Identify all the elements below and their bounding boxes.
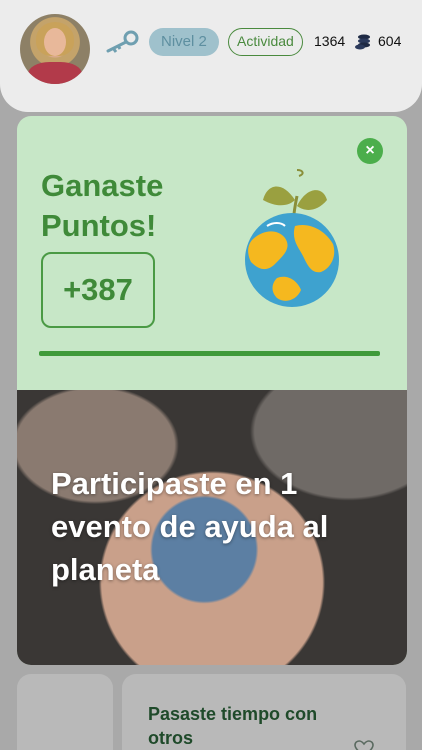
reward-title: Ganaste Puntos! [41,168,164,243]
level-badge[interactable]: Nivel 2 [149,28,219,56]
points-gained: +387 [41,252,155,328]
activity-card-left[interactable] [17,674,113,750]
planet-hands-photo: Participaste en 1 evento de ayuda al pla… [17,390,407,665]
key-icon [106,30,139,53]
event-message: Participaste en 1 evento de ayuda al pla… [51,466,329,587]
points-count: 1364 [314,33,346,49]
progress-bar [39,351,380,356]
activity-button[interactable]: Actividad [228,28,303,56]
heart-icon[interactable] [354,740,374,750]
close-icon[interactable]: × [357,138,383,164]
header-card: Nivel 2 Actividad 1364 604 [0,0,422,112]
coins-icon [355,34,370,50]
coins-count: 604 [378,33,402,49]
activity-card-title: Pasaste tiempo con otros [148,704,318,748]
activity-card-right[interactable]: Pasaste tiempo con otros [122,674,406,750]
globe-sprout-icon [245,169,339,307]
reward-card: × Ganaste Puntos! +387 Participaste en 1… [17,116,407,665]
avatar[interactable] [20,14,90,84]
